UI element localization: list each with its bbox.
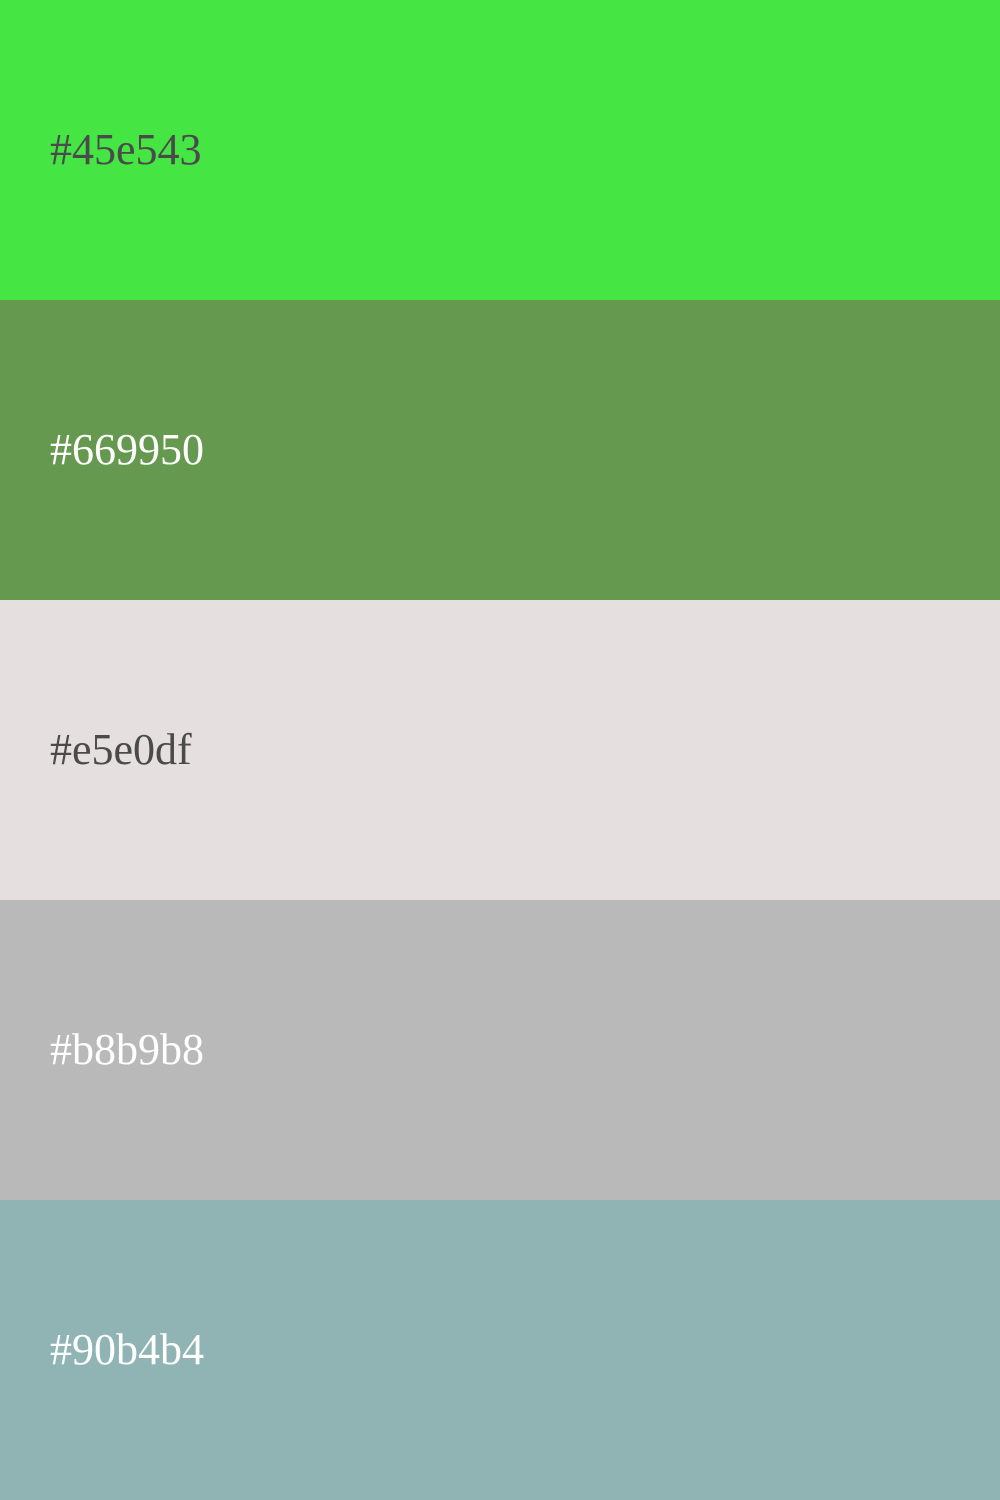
swatch-hex-label: #45e543 <box>50 125 202 174</box>
color-swatch-3: #e5e0df <box>0 600 1000 900</box>
color-swatch-1: #45e543 <box>0 0 1000 300</box>
swatch-hex-label: #b8b9b8 <box>50 1025 204 1074</box>
swatch-hex-label: #669950 <box>50 425 204 474</box>
swatch-hex-label: #e5e0df <box>50 725 192 774</box>
color-swatch-2: #669950 <box>0 300 1000 600</box>
swatch-hex-label: #90b4b4 <box>50 1325 204 1374</box>
color-swatch-4: #b8b9b8 <box>0 900 1000 1200</box>
color-swatch-5: #90b4b4 <box>0 1200 1000 1500</box>
color-palette: #45e543 #669950 #e5e0df #b8b9b8 #90b4b4 <box>0 0 1000 1500</box>
